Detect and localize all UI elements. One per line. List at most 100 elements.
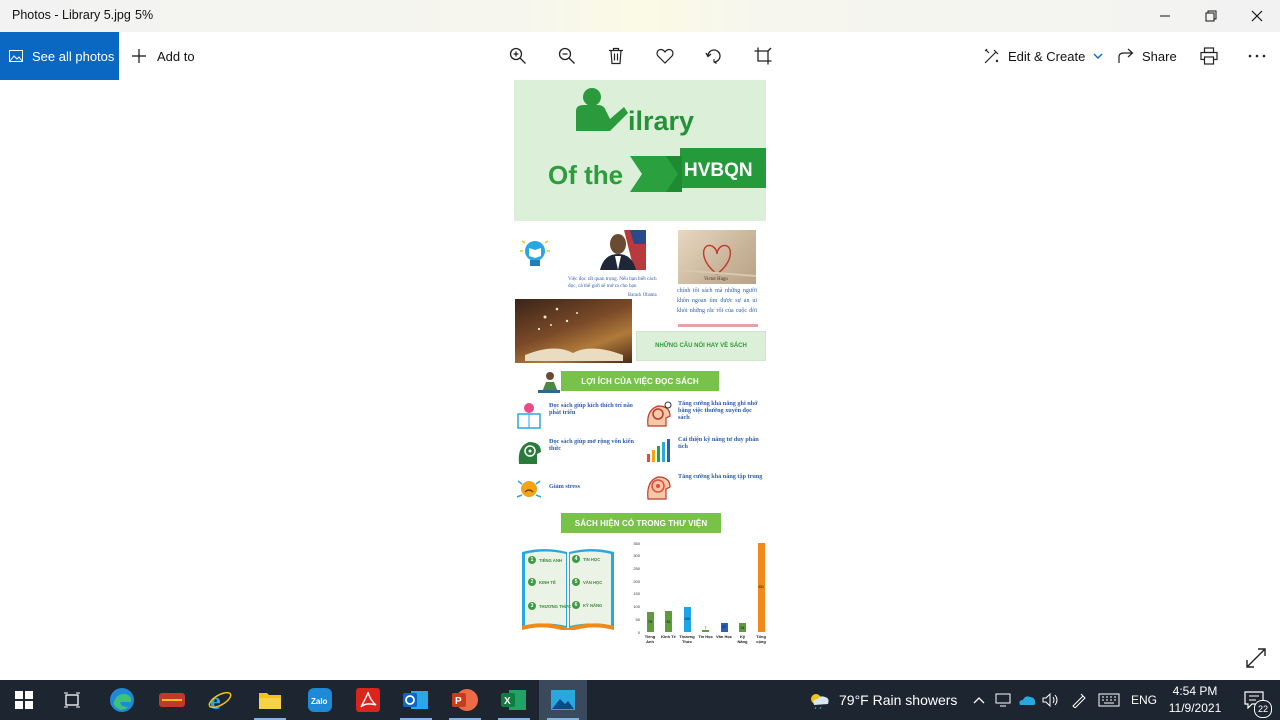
close-button[interactable] [1234,0,1280,32]
hugo-book-photo [677,230,757,284]
head-gears-green-icon [518,442,541,464]
bar-value-label: 34 [740,625,745,630]
benefit-text: Đọc sách giúp kích thích trí não phát tr… [549,402,633,416]
svg-text:X: X [504,696,511,707]
minimize-icon [1160,15,1170,17]
bar-value-label: 351 [758,585,764,590]
y-tick-label: 200 [633,578,640,584]
show-hidden-icons-button[interactable] [968,680,990,720]
benefit-item: Đọc sách giúp kích thích trí não phát tr… [515,402,635,430]
x-category-label: Kinh Tế [661,634,676,639]
lightbulb-book-icon [520,240,550,266]
svg-text:P: P [455,696,462,707]
y-tick-label: 300 [633,553,640,559]
zoom-out-icon [558,47,575,64]
see-all-photos-button[interactable]: See all photos [0,32,119,80]
pen-icon [1072,693,1086,708]
language-indicator[interactable]: ENG [1128,680,1160,720]
bar-value-label: 100 [684,617,690,622]
x-category-label: Tiếng Anh [644,634,656,644]
meet-now-button[interactable] [992,680,1014,720]
volume-button[interactable] [1040,680,1062,720]
heart-ribbon-icon [677,244,757,277]
clock-time: 4:54 PM [1172,684,1218,698]
benefit-text: Giảm stress [549,483,580,490]
growth-chart-icon [647,439,670,462]
weather-widget[interactable]: 79°F Rain showers [808,680,957,720]
game-logo-icon [159,693,185,707]
share-button[interactable]: Share [1118,45,1177,67]
books-banner: SÁCH HIỆN CÓ TRONG THƯ VIỆN [561,513,721,533]
hugo-divider [678,324,758,327]
edge-app[interactable] [98,680,146,720]
zoom-in-icon [509,47,526,64]
benefit-text: Tăng cường khả năng tập trung [678,473,763,480]
zalo-app[interactable]: Zalo [296,680,344,720]
full-screen-button[interactable] [1245,647,1267,669]
benefit-item: Đọc sách giúp mở rộng vốn kiến thức [515,438,635,466]
y-tick-label: 0 [637,629,640,635]
outlook-app[interactable] [392,680,440,720]
ie-app[interactable]: e [196,680,244,720]
crop-button[interactable] [752,45,774,67]
notifications-button[interactable]: 22 [1234,680,1274,720]
excel-app[interactable]: X [490,680,538,720]
onedrive-button[interactable] [1016,680,1038,720]
y-tick-label: 250 [633,565,640,571]
head-gears-icon [647,401,672,427]
touch-keyboard-button[interactable] [1096,680,1122,720]
image-canvas[interactable]: ilrary Of the HVBQN Việc đọc rất quan tr… [0,80,1280,680]
hugo-name: Victor Hugo [704,277,728,282]
zoom-in-button[interactable] [507,45,529,67]
photos-app[interactable] [539,680,587,720]
zoom-out-button[interactable] [556,45,578,67]
see-all-label: See all photos [32,48,115,64]
pen-workspace-button[interactable] [1068,680,1090,720]
header-hvbqn: HVBQN [684,160,753,181]
start-button[interactable] [0,680,48,720]
book-category: 4 TIN HỌC [572,555,600,563]
x-category-label: Thương Thức [679,634,695,644]
weather-text: 79°F Rain showers [839,692,958,708]
windows-logo-icon [15,691,33,709]
edit-create-button[interactable]: Edit & Create [984,45,1103,67]
notification-count: 22 [1254,700,1272,718]
acrobat-app[interactable] [344,680,392,720]
minimize-button[interactable] [1142,0,1188,32]
onedrive-cloud-icon [1019,696,1036,705]
brain-book-icon [517,403,541,429]
bar-value-label: 81 [666,619,671,624]
delete-button[interactable] [605,45,627,67]
folder-icon [259,693,281,709]
quotes-banner: NHỮNG CÂU NÓI HAY VỀ SÁCH [636,331,766,361]
restore-button[interactable] [1188,0,1234,32]
reading-person-icon [538,372,560,393]
clock[interactable]: 4:54 PM 11/9/2021 [1160,683,1230,717]
game-app[interactable] [148,680,196,720]
x-category-label: Tổng cộng [756,634,766,644]
reader-logo-icon [576,88,628,131]
chevron-up-icon [973,697,985,704]
book-category: 1 TIẾNG ANH [528,556,562,564]
powerpoint-app[interactable]: P [441,680,489,720]
favorite-button[interactable] [654,45,676,67]
zoom-level: 5% [135,8,154,22]
x-category-label: Kỹ Năng [737,634,748,644]
add-to-button[interactable]: Add to [131,46,195,66]
rotate-button[interactable] [703,45,725,67]
restore-icon [1205,10,1217,22]
benefit-text: Cải thiện kỹ năng tư duy phân tích [678,436,759,450]
open-book-photo [515,299,632,363]
y-tick-label: 350 [633,540,640,546]
file-explorer-app[interactable] [246,680,294,720]
window-title: Photos - Library 5.jpg [12,8,131,22]
more-icon [1248,54,1266,58]
task-view-button[interactable] [48,680,96,720]
more-options-button[interactable] [1246,45,1268,67]
svg-text:Zalo: Zalo [311,697,328,706]
rotate-icon [705,49,721,64]
bar-value-label: 78 [648,620,652,625]
taskbar: e Zalo P X 79°F Rain showers ENG 4:54 PM… [0,680,1280,720]
print-button[interactable] [1198,45,1220,67]
printer-icon [1200,47,1218,65]
